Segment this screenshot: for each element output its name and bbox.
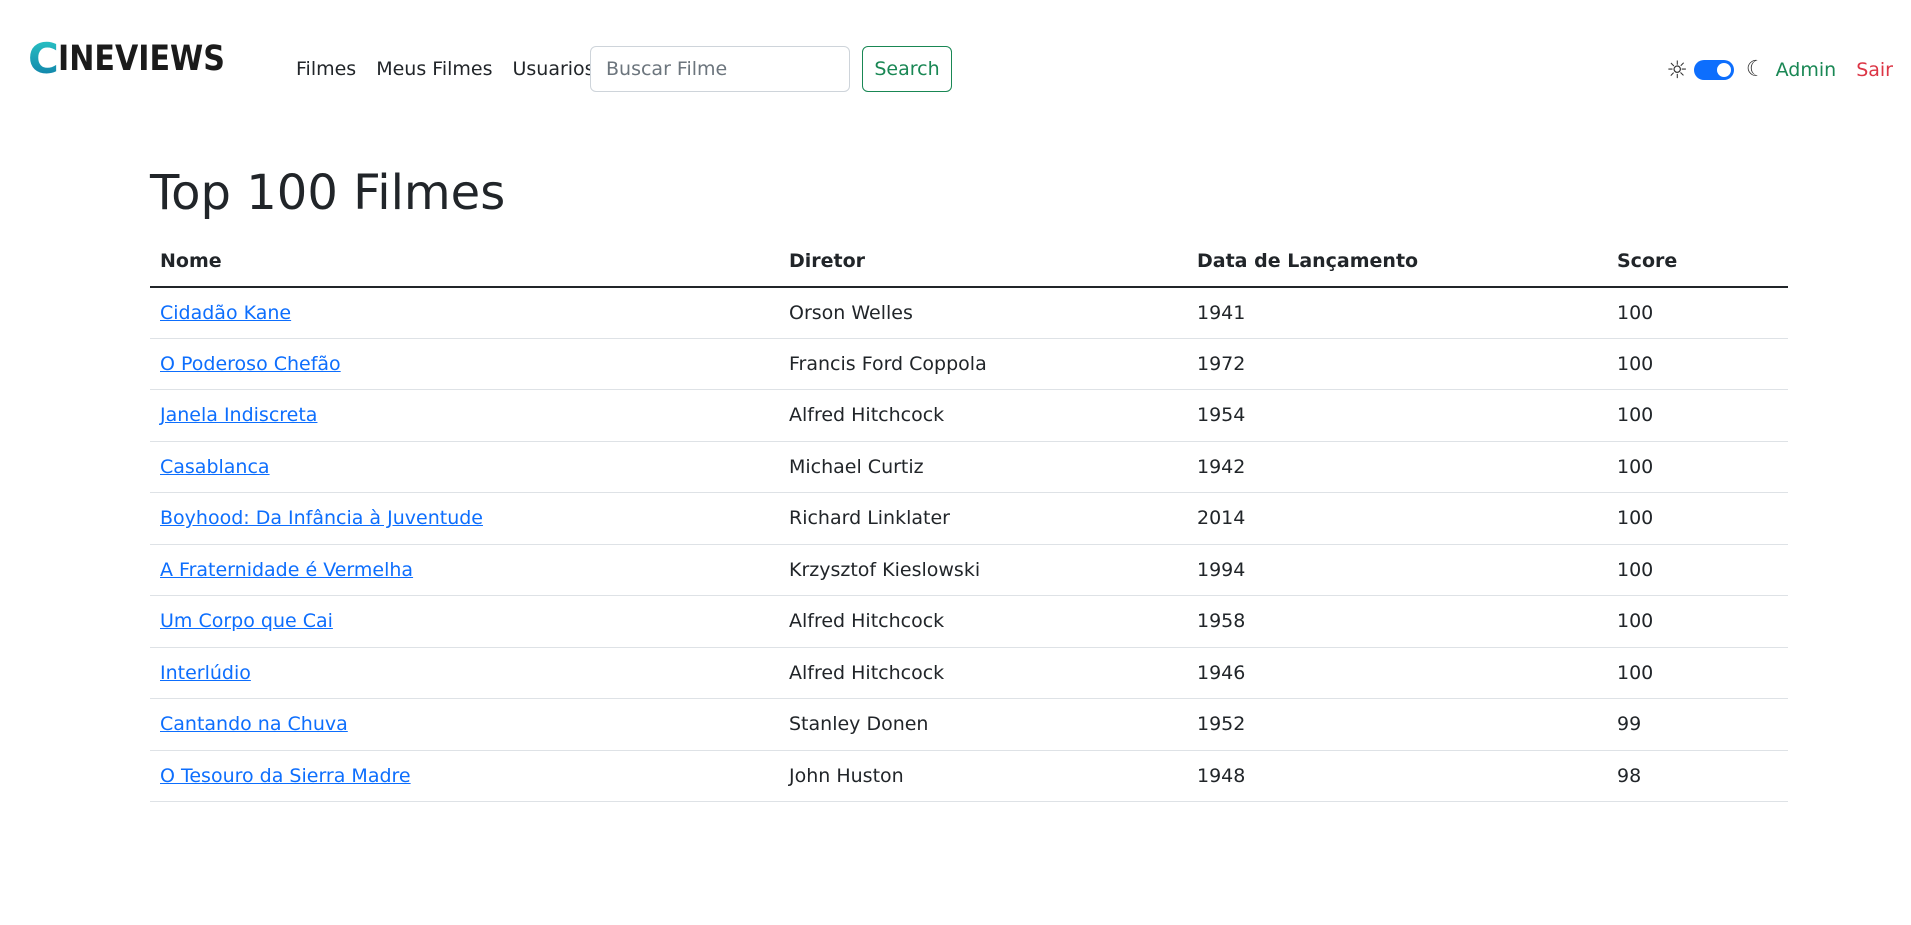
movie-title-link[interactable]: A Fraternidade é Vermelha	[160, 559, 413, 581]
table-row: Um Corpo que Cai Alfred Hitchcock 1958 100	[150, 595, 1788, 648]
title-cell: Um Corpo que Cai	[150, 595, 779, 648]
table-row: Cidadão Kane Orson Welles 1941 100	[150, 286, 1788, 339]
nav-links: Filmes Meus Filmes Usuarios	[296, 58, 595, 80]
release-year-cell: 1952	[1187, 698, 1607, 751]
logo-text: INEVIEWS	[57, 38, 225, 79]
movie-title-link[interactable]: Cantando na Chuva	[160, 713, 348, 735]
page-title: Top 100 Filmes	[150, 165, 506, 221]
column-header-score[interactable]: Score	[1607, 236, 1788, 288]
table-row: Boyhood: Da Infância à Juventude Richard …	[150, 492, 1788, 545]
score-cell: 100	[1607, 595, 1788, 648]
director-cell: Richard Linklater	[779, 492, 1187, 545]
score-cell: 100	[1607, 647, 1788, 700]
release-year-cell: 1946	[1187, 647, 1607, 700]
theme-toggle[interactable]	[1693, 60, 1734, 80]
admin-link[interactable]: Admin	[1776, 59, 1837, 81]
director-cell: Krzysztof Kieslowski	[779, 544, 1187, 597]
score-cell: 98	[1607, 750, 1788, 803]
logo-letter: C	[28, 34, 59, 83]
director-cell: Francis Ford Coppola	[779, 338, 1187, 391]
release-year-cell: 1994	[1187, 544, 1607, 597]
movie-title-link[interactable]: Janela Indiscreta	[160, 404, 317, 426]
table-row: O Poderoso Chefão Francis Ford Coppola 197…	[150, 338, 1788, 391]
score-cell: 100	[1607, 492, 1788, 545]
director-cell: Alfred Hitchcock	[779, 389, 1187, 442]
column-header-nome[interactable]: Nome	[150, 236, 779, 288]
table-header-row: Nome Diretor Data de Lançamento Score	[150, 236, 1788, 288]
movie-title-link[interactable]: Casablanca	[160, 456, 270, 478]
search-input[interactable]	[590, 46, 850, 92]
director-cell: John Huston	[779, 750, 1187, 803]
right-nav: ☼ ☾ Admin Sair	[1666, 58, 1893, 82]
movies-table: Nome Diretor Data de Lançamento Score Ci…	[150, 236, 1788, 803]
movie-title-link[interactable]: O Poderoso Chefão	[160, 353, 341, 375]
director-cell: Orson Welles	[779, 286, 1187, 339]
title-cell: Cantando na Chuva	[150, 698, 779, 751]
movie-title-link[interactable]: Interlúdio	[160, 662, 251, 684]
release-year-cell: 1941	[1187, 286, 1607, 339]
table-row: Casablanca Michael Curtiz 1942 100	[150, 441, 1788, 494]
moon-icon: ☾	[1745, 57, 1766, 82]
nav-link-filmes[interactable]: Filmes	[296, 58, 356, 80]
toggle-knob	[1716, 63, 1731, 77]
movie-title-link[interactable]: Boyhood: Da Infância à Juventude	[160, 507, 483, 529]
nav-link-meus-filmes[interactable]: Meus Filmes	[376, 58, 492, 80]
logout-link[interactable]: Sair	[1856, 59, 1893, 81]
movie-title-link[interactable]: Cidadão Kane	[160, 302, 291, 324]
sun-icon: ☼	[1666, 56, 1688, 84]
table-row: O Tesouro da Sierra Madre John Huston 1948…	[150, 750, 1788, 803]
title-cell: O Poderoso Chefão	[150, 338, 779, 391]
movie-title-link[interactable]: O Tesouro da Sierra Madre	[160, 765, 411, 787]
release-year-cell: 1942	[1187, 441, 1607, 494]
title-cell: Cidadão Kane	[150, 286, 779, 339]
column-header-data[interactable]: Data de Lançamento	[1187, 236, 1607, 288]
score-cell: 99	[1607, 698, 1788, 751]
release-year-cell: 1948	[1187, 750, 1607, 803]
score-cell: 100	[1607, 338, 1788, 391]
release-year-cell: 1958	[1187, 595, 1607, 648]
title-cell: O Tesouro da Sierra Madre	[150, 750, 779, 803]
score-cell: 100	[1607, 286, 1788, 339]
main-content: Top 100 Filmes Nome Diretor Data de Lanç…	[150, 165, 1788, 803]
title-cell: Boyhood: Da Infância à Juventude	[150, 492, 779, 545]
title-cell: Casablanca	[150, 441, 779, 494]
score-cell: 100	[1607, 441, 1788, 494]
title-cell: A Fraternidade é Vermelha	[150, 544, 779, 597]
director-cell: Michael Curtiz	[779, 441, 1187, 494]
table-row: Interlúdio Alfred Hitchcock 1946 100	[150, 647, 1788, 700]
score-cell: 100	[1607, 389, 1788, 442]
table-body: Cidadão Kane Orson Welles 1941 100 O Poderos…	[150, 286, 1788, 803]
director-cell: Alfred Hitchcock	[779, 647, 1187, 700]
column-header-diretor[interactable]: Diretor	[779, 236, 1187, 288]
table-row: Janela Indiscreta Alfred Hitchcock 1954 100	[150, 389, 1788, 442]
table-row: Cantando na Chuva Stanley Donen 1952 99	[150, 698, 1788, 751]
search-button[interactable]: Search	[862, 46, 952, 92]
brand-logo[interactable]: C INEVIEWS	[28, 38, 252, 80]
release-year-cell: 2014	[1187, 492, 1607, 545]
movie-title-link[interactable]: Um Corpo que Cai	[160, 610, 333, 632]
score-cell: 100	[1607, 544, 1788, 597]
navbar: CINEVIEWS Filmes Meus Filmes Usuarios Se…	[0, 0, 1911, 120]
title-cell: Janela Indiscreta	[150, 389, 779, 442]
title-cell: Interlúdio	[150, 647, 779, 700]
director-cell: Alfred Hitchcock	[779, 595, 1187, 648]
release-year-cell: 1954	[1187, 389, 1607, 442]
table-row: A Fraternidade é Vermelha Krzysztof Kiesl…	[150, 544, 1788, 597]
nav-link-usuarios[interactable]: Usuarios	[512, 58, 594, 80]
release-year-cell: 1972	[1187, 338, 1607, 391]
director-cell: Stanley Donen	[779, 698, 1187, 751]
